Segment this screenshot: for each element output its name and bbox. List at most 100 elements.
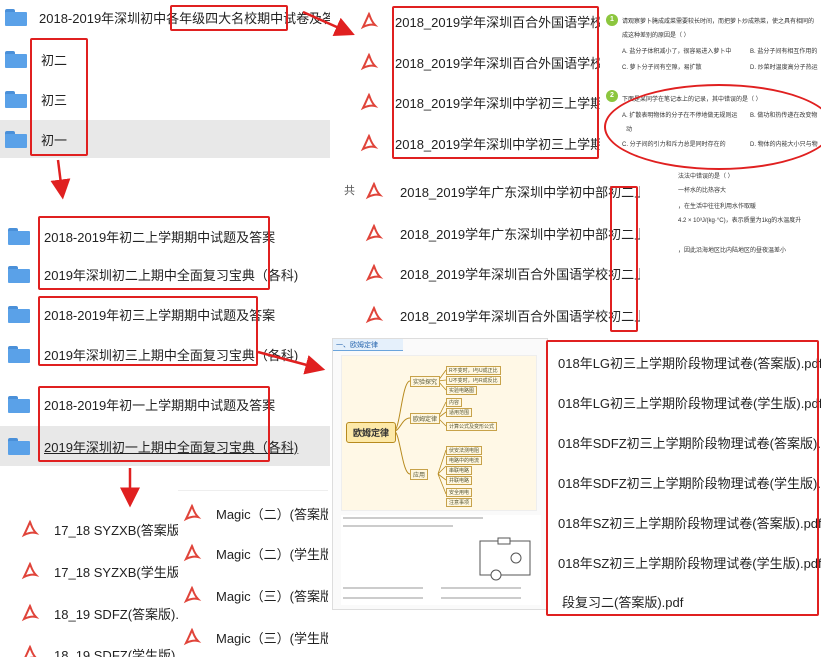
- folder-label: 2019年深圳初二上期中全面复习宝典（各科): [44, 267, 299, 283]
- pdf-file-row[interactable]: Magic（二）(答案版) (1: [178, 495, 328, 531]
- mindmap-root-node: 欧姆定律: [346, 422, 397, 443]
- folder-label: 2018-2019年初二上学期期中试题及答案: [44, 229, 276, 245]
- mindmap-leaf: R不变时，I与U成正比: [446, 366, 501, 375]
- pdf-file-row[interactable]: 018年SDFZ初三上学期阶段物理试卷(答案版).pdf: [548, 424, 821, 460]
- header-folder-label: 2018-2019年深圳初中各年级四大名校期中试卷及答案: [39, 10, 330, 26]
- mindmap-leaf: 实验电路图: [446, 386, 478, 395]
- file-name: Magic（三）(学生版).pdf: [216, 630, 328, 646]
- folder-icon: [5, 50, 27, 68]
- folder-row[interactable]: 2019年深圳初二上期中全面复习宝典（各科): [0, 256, 330, 292]
- pdf-icon: [183, 543, 202, 562]
- folder-icon: [8, 305, 30, 323]
- mindmap-canvas: 欧姆定律 实验探究 欧姆定律 应用 R不变时，I与U成正比 U不变时，I与R成反…: [341, 355, 537, 511]
- file-name: 2018_2019学年广东深圳中学初中部初二上期中数学试...: [400, 226, 640, 242]
- pdf-file-row[interactable]: 18_19 SDFZ(答案版).pdf: [0, 595, 178, 631]
- mindmap-leaf: 计算公式及变形公式: [446, 422, 498, 431]
- question-option: A. 扩散表明物体的分子在不停地做无规则运: [622, 113, 738, 119]
- mindmap-branch: 实验探究: [410, 376, 441, 387]
- pdf-file-row[interactable]: 018年LG初三上学期阶段物理试卷(答案版).pdf: [548, 344, 821, 380]
- folder-row-grade1[interactable]: 初一: [0, 120, 330, 158]
- pdf-icon: [183, 585, 202, 604]
- pdf-file-row[interactable]: Magic（三）(学生版).pdf: [178, 619, 328, 655]
- folder-row[interactable]: 2019年深圳初一上期中全面复习宝典（各科): [0, 426, 330, 466]
- pdf-file-row[interactable]: 段复习二(答案版).pdf: [548, 586, 821, 616]
- pdf-file-row[interactable]: 2018_2019学年深圳百合外国语学校初三上: [355, 4, 600, 38]
- pdf-icon: [365, 181, 384, 200]
- pdf-file-row[interactable]: 2018_2019学年深圳中学初三上学期期中数学: [355, 124, 600, 162]
- mindmap-leaf: 并联电路: [446, 476, 473, 485]
- folder-row-header[interactable]: 2018-2019年深圳初中各年级四大名校期中试卷及答案: [0, 0, 330, 34]
- file-name: 018年SZ初三上学期阶段物理试卷(学生版).pdf: [558, 555, 821, 571]
- folder-icon: [8, 437, 30, 455]
- folder-label: 2019年深圳初一上期中全面复习宝典（各科): [44, 439, 299, 455]
- question-option: D. 物体的内能大小只与物: [750, 142, 818, 148]
- folder-row[interactable]: 2019年深圳初三上期中全面复习宝典（各科): [0, 336, 330, 372]
- pdf-icon: [360, 92, 379, 111]
- total-label: 共: [344, 185, 355, 197]
- folder-label: 初二: [41, 52, 68, 68]
- question-option: C. 萝卜分子间有空隙，易扩散: [622, 65, 702, 71]
- pdf-file-row[interactable]: 18_19 SDFZ(学生版).pdf: [0, 639, 178, 657]
- pdf-file-row[interactable]: 018年LG初三上学期阶段物理试卷(学生版).pdf: [548, 384, 821, 420]
- folder-row-grade3[interactable]: 初三: [0, 80, 330, 118]
- question-text: ，在生活中往往利用水作取暖: [678, 204, 757, 210]
- pdf-file-row[interactable]: 17_18 SYZXB(学生版).pdf: [0, 553, 178, 589]
- pdf-file-row[interactable]: 2018_2019学年广东深圳中学初中部初二上期中数学试...: [360, 214, 640, 252]
- pdf-file-row[interactable]: 17_18 SYZXB(答案版).pdf: [0, 511, 178, 547]
- mindmap-leaf: 安全用电: [446, 488, 473, 497]
- folder-row-grade2[interactable]: 初二: [0, 40, 330, 78]
- file-name: 2018_2019学年深圳百合外国语学校初三上: [395, 14, 600, 30]
- file-name: 018年LG初三上学期阶段物理试卷(学生版).pdf: [558, 395, 821, 411]
- right-bottom-panel: 018年LG初三上学期阶段物理试卷(答案版).pdf 018年LG初三上学期阶段…: [548, 340, 821, 620]
- pdf-icon: [365, 223, 384, 242]
- pdf-icon: [183, 627, 202, 646]
- pdf-file-row[interactable]: 2018_2019学年深圳中学初三上学期期中: [355, 84, 600, 120]
- folder-label: 初一: [41, 132, 68, 148]
- mindmap-panel: 一、欧姆定律 欧姆定律 实验探究 欧姆定律 应用 R不变时，I与U成正比 U不变…: [332, 338, 548, 610]
- file-name: Magic（二）(学生版) (1: [216, 546, 328, 562]
- pdf-icon: [21, 519, 40, 538]
- question-text: 一杯水的比热容大: [678, 188, 727, 194]
- pdf-file-row[interactable]: 2018_2019学年广东深圳中学初中部初二上期中数学试...: [360, 172, 640, 210]
- folder-row[interactable]: 2018-2019年初三上学期期中试题及答案: [0, 296, 330, 332]
- question-option: C. 分子间的引力和斥力总是同时存在的: [622, 142, 726, 148]
- question-text: 请观察萝卜腌成咸菜需要较长时间，而把萝卜炒成熟菜，使之具有相同的: [622, 19, 815, 25]
- file-name: 018年SDFZ初三上学期阶段物理试卷(学生版).pdf: [558, 475, 821, 491]
- pdf-file-row[interactable]: Magic（三）(答案版).pd: [178, 577, 328, 613]
- mindmap-tab[interactable]: 一、欧姆定律: [333, 339, 403, 351]
- question-number-badge: 1: [606, 14, 618, 26]
- file-name: 18_19 SDFZ(答案版).pdf: [54, 606, 178, 622]
- folder-icon: [5, 90, 27, 108]
- mindmap-leaf: 电路中的电流: [446, 456, 483, 465]
- pdf-file-row[interactable]: 2018_2019学年深圳百合外国语学校初二上期中数学试...: [360, 296, 640, 334]
- circuit-diagram: [479, 537, 531, 581]
- mindmap-branch: 欧姆定律: [410, 413, 441, 424]
- folder-icon: [8, 395, 30, 413]
- file-name: 018年SZ初三上学期阶段物理试卷(答案版).pdf: [558, 515, 821, 531]
- folder-icon: [5, 8, 27, 26]
- pdf-file-row[interactable]: 2018_2019学年深圳百合外国语学校初三上: [355, 44, 600, 80]
- folder-icon: [8, 265, 30, 283]
- mindmap-leaf: 适用范围: [446, 408, 473, 417]
- file-name: Magic（三）(答案版).pd: [216, 588, 328, 604]
- pdf-file-row[interactable]: 2018_2019学年深圳百合外国语学校初二上期中数学试...: [360, 254, 640, 292]
- mindmap-leaf: 内容: [446, 398, 463, 407]
- file-name: 2018_2019学年深圳中学初三上学期期中: [395, 95, 600, 111]
- pdf-file-row[interactable]: Magic（二）(学生版) (1: [178, 535, 328, 571]
- pdf-icon: [360, 52, 379, 71]
- folder-row[interactable]: 2018-2019年初一上学期期中试题及答案: [0, 386, 330, 422]
- question-option: 动: [626, 127, 633, 133]
- mindmap-tab-label: 一、欧姆定律: [336, 342, 378, 349]
- file-name: 2018_2019学年广东深圳中学初中部初二上期中数学试...: [400, 184, 640, 200]
- folder-icon: [8, 345, 30, 363]
- folder-label: 2019年深圳初三上期中全面复习宝典（各科): [44, 347, 299, 363]
- pdf-file-row[interactable]: 018年SZ初三上学期阶段物理试卷(学生版).pdf: [548, 544, 821, 580]
- mindmap-leaf: U不变时，I与R成反比: [446, 376, 501, 385]
- folder-icon: [8, 227, 30, 245]
- mindmap-branch: 应用: [410, 469, 429, 480]
- folder-row[interactable]: 2018-2019年初二上学期期中试题及答案: [0, 218, 330, 254]
- pdf-file-row[interactable]: 018年SZ初三上学期阶段物理试卷(答案版).pdf: [548, 504, 821, 540]
- pdf-file-row[interactable]: 018年SDFZ初三上学期阶段物理试卷(学生版).pdf: [548, 464, 821, 500]
- mindmap-leaf: 注意事项: [446, 498, 473, 507]
- pdf-icon: [183, 503, 202, 522]
